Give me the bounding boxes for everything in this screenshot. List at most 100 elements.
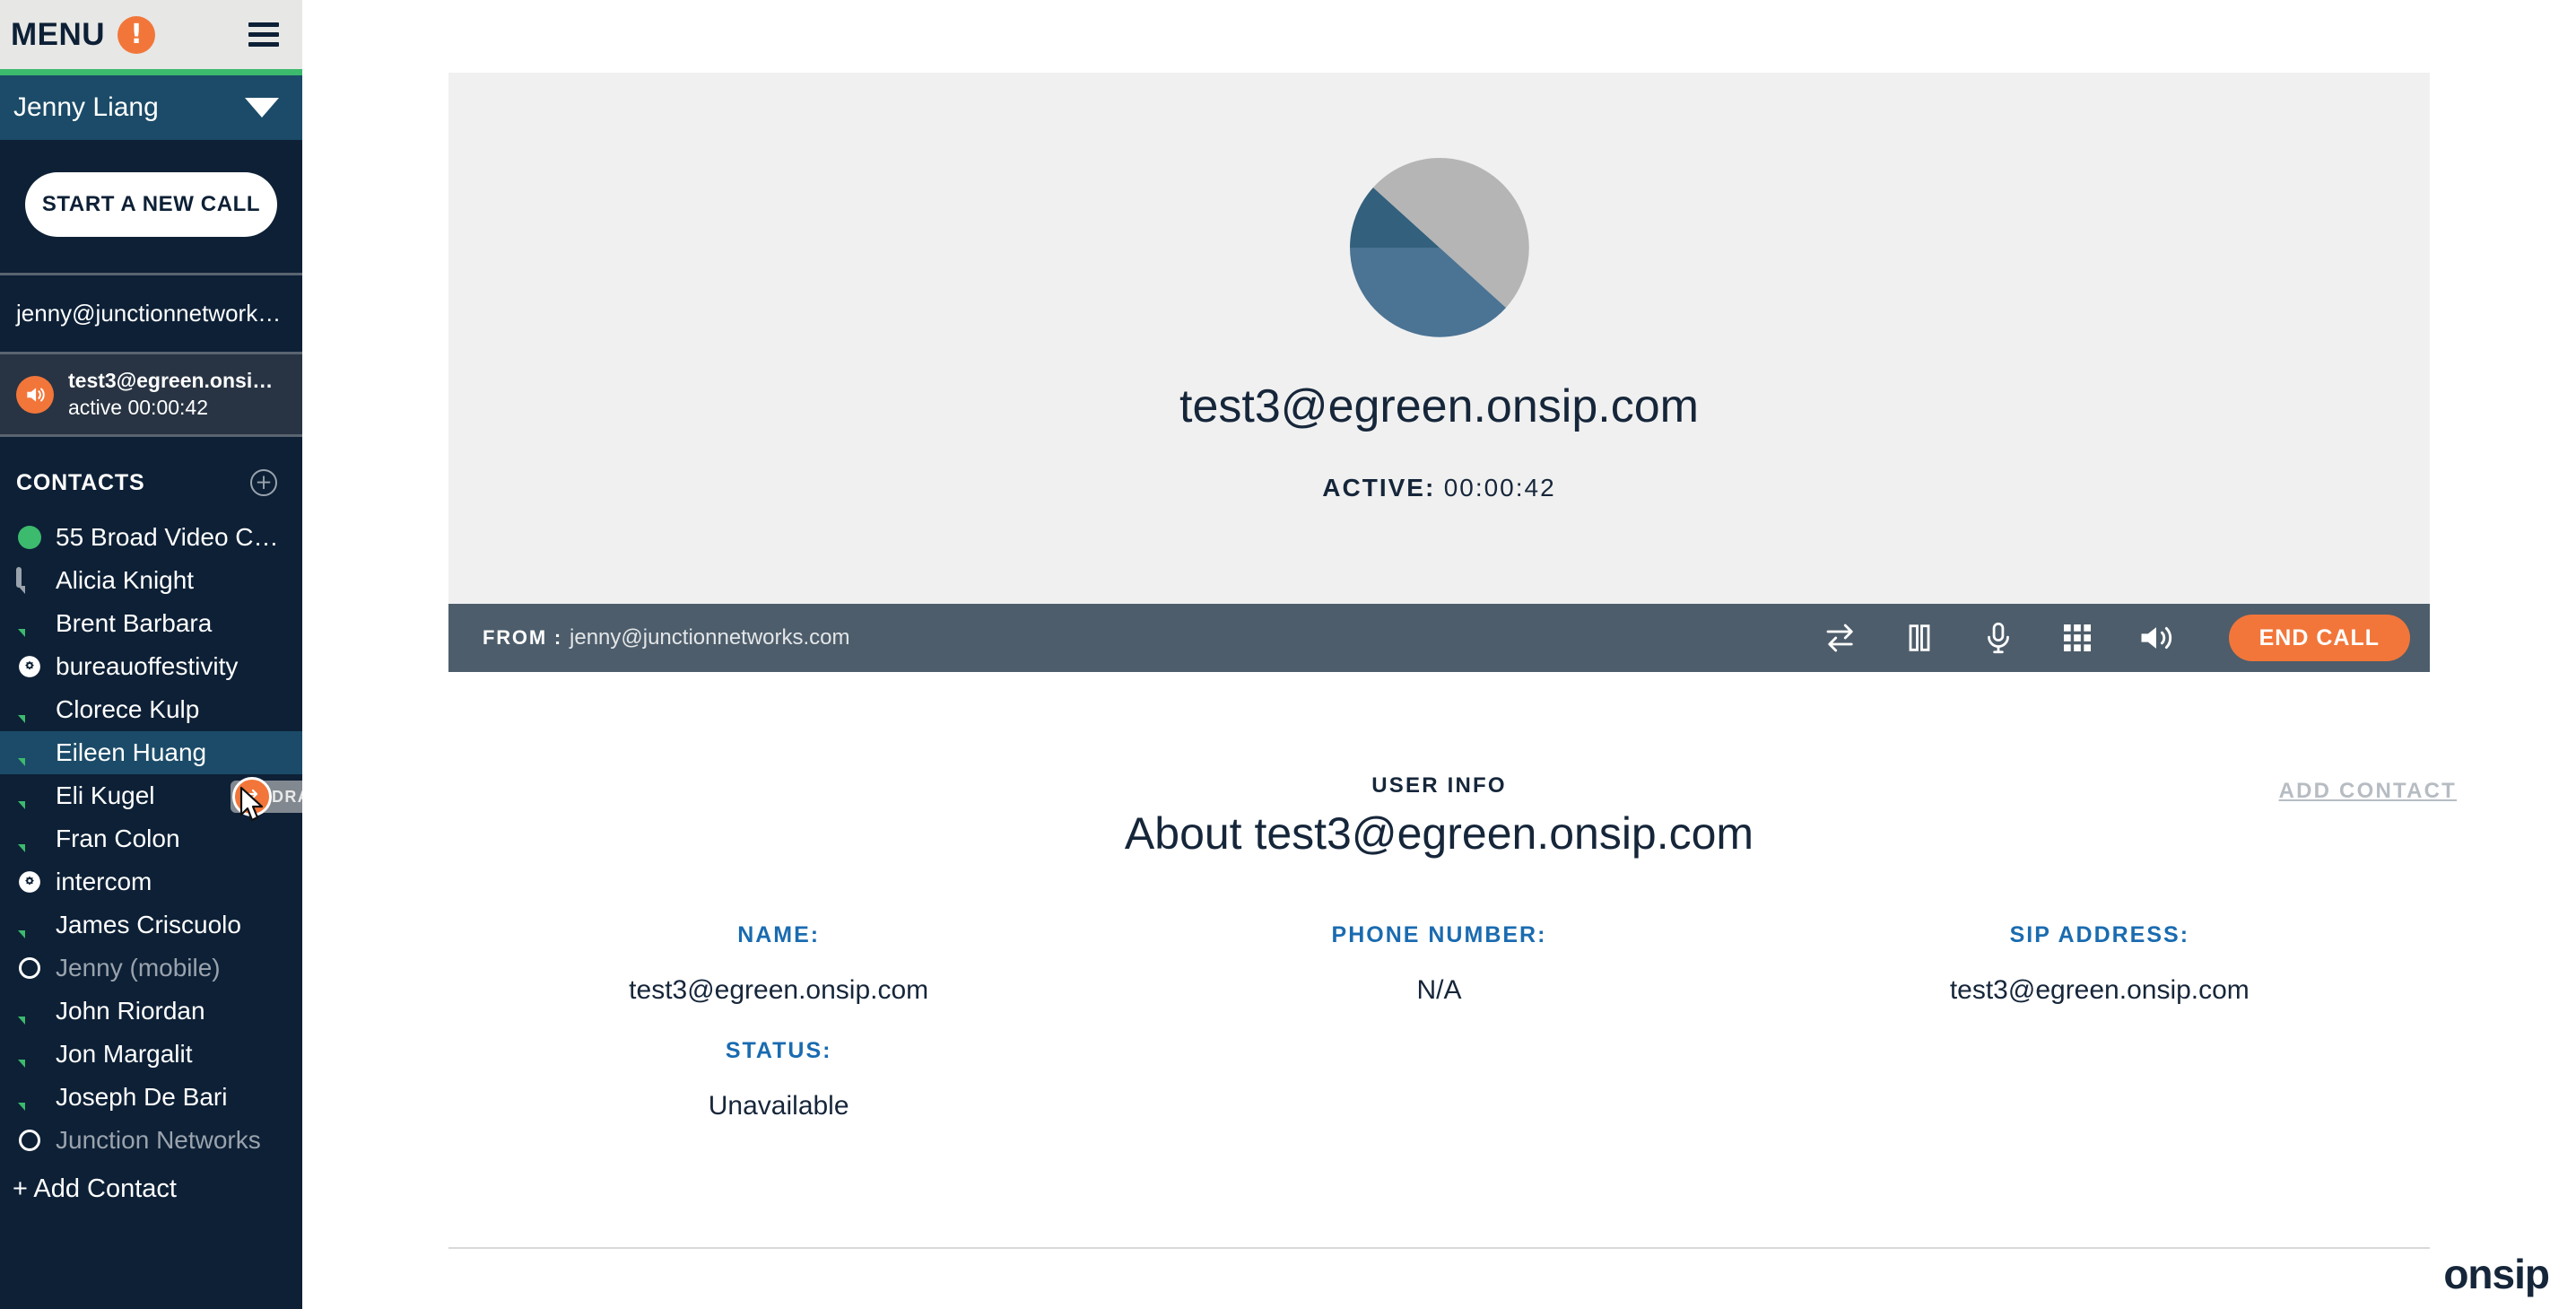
end-call-button[interactable]: END CALL: [2228, 615, 2410, 661]
call-timer: 00:00:42: [1443, 474, 1556, 502]
contacts-list: 55 Broad Video C… Alicia Knight Brent Barb…: [0, 516, 302, 1162]
user-info-cell: NAME: test3@egreen.onsip.com: [448, 922, 1109, 1038]
call-controls-group: END CALL: [1820, 615, 2410, 661]
account-selector[interactable]: Jenny Liang: [0, 75, 302, 140]
user-info-value: test3@egreen.onsip.com: [1949, 975, 2250, 1005]
presence-chat-online-icon: [16, 1041, 43, 1068]
identity-row[interactable]: jenny@junctionnetwork…: [0, 275, 302, 352]
presence-offline-ring-icon: [16, 955, 43, 982]
from-value: jenny@junctionnetworks.com: [570, 625, 850, 650]
presence-gear-icon: [16, 868, 43, 895]
contact-list-item[interactable]: Jenny (mobile): [0, 947, 302, 990]
presence-gear-icon: [16, 653, 43, 680]
call-status: ACTIVE: 00:00:42: [448, 474, 2430, 502]
add-contact-link[interactable]: ADD CONTACT: [2279, 779, 2457, 804]
contact-name: intercom: [56, 868, 152, 895]
user-info-value: test3@egreen.onsip.com: [629, 975, 929, 1005]
call-target-address: test3@egreen.onsip.com: [1179, 380, 1699, 432]
presence-chat-online-icon: [16, 825, 43, 852]
sidebar-add-contact[interactable]: + Add Contact: [0, 1162, 302, 1204]
active-call-status: active 00:00:42: [68, 396, 209, 419]
call-status-label: ACTIVE:: [1322, 474, 1436, 502]
contact-list-item[interactable]: Alicia Knight: [0, 559, 302, 602]
active-call-panel: test3@egreen.onsip.com ACTIVE: 00:00:42: [448, 73, 2430, 618]
status-rule: [0, 69, 302, 75]
presence-chat-online-icon: [16, 739, 43, 766]
contact-list-item[interactable]: Clorece Kulp: [0, 688, 302, 731]
sidebar: MENU ! Jenny Liang START A NEW CALL jenn…: [0, 0, 302, 1309]
user-info-label: SIP ADDRESS:: [2009, 922, 2190, 947]
pie-avatar-icon: [1349, 158, 1529, 337]
contact-list-item[interactable]: Jon Margalit: [0, 1033, 302, 1076]
user-info-label: STATUS:: [725, 1038, 832, 1063]
mouse-cursor-icon: [239, 786, 264, 822]
contact-name: Junction Networks: [56, 1126, 261, 1154]
presence-chat-online-icon: [16, 1084, 43, 1111]
hold-icon[interactable]: [1899, 617, 1940, 659]
user-info-value: N/A: [1416, 975, 1462, 1005]
sidebar-add-contact-label: + Add Contact: [13, 1174, 177, 1203]
presence-chat-online-icon: [16, 782, 43, 809]
onsip-logo: onsip: [2443, 1251, 2550, 1297]
onsip-app-window: MENU ! Jenny Liang START A NEW CALL jenn…: [0, 0, 2576, 1309]
hamburger-menu-icon[interactable]: [248, 22, 279, 47]
keypad-icon[interactable]: [2057, 617, 2098, 659]
contact-name: bureauoffestivity: [56, 652, 239, 680]
call-control-bar: FROM : jenny@junctionnetworks.com END CA…: [448, 604, 2430, 672]
contact-name: 55 Broad Video C…: [56, 523, 279, 551]
identity-label: jenny@junctionnetwork…: [16, 300, 282, 327]
contact-name: John Riordan: [56, 997, 205, 1025]
menu-label: MENU: [11, 16, 106, 52]
presence-chat-offline-icon: [16, 567, 43, 594]
contact-name: Jon Margalit: [56, 1040, 193, 1068]
main-content: test3@egreen.onsip.com ACTIVE: 00:00:42 …: [302, 0, 2576, 1309]
user-info-grid: NAME: test3@egreen.onsip.com PHONE NUMBER:…: [448, 922, 2430, 1154]
contact-name: Clorece Kulp: [56, 695, 200, 723]
contact-list-item[interactable]: Eileen Huang: [0, 731, 302, 774]
account-name: Jenny Liang: [13, 92, 159, 122]
contact-name: Brent Barbara: [56, 609, 213, 637]
contact-list-item[interactable]: intercom: [0, 860, 302, 903]
contacts-title: CONTACTS: [16, 469, 145, 495]
active-call-item[interactable]: test3@egreen.onsi… active 00:00:42: [0, 352, 302, 437]
user-info-cell: PHONE NUMBER: N/A: [1109, 922, 1769, 1038]
contact-list-item[interactable]: Junction Networks: [0, 1119, 302, 1162]
contacts-header: CONTACTS +: [0, 437, 302, 516]
contact-list-item[interactable]: James Criscuolo: [0, 903, 302, 947]
contact-name: Jenny (mobile): [56, 954, 221, 982]
call-avatar-wrap: [448, 158, 2430, 337]
plus-circle-icon[interactable]: +: [250, 469, 277, 496]
user-info-title: About test3@egreen.onsip.com: [1124, 808, 1754, 859]
user-info-cell: SIP ADDRESS: test3@egreen.onsip.com: [1770, 922, 2430, 1038]
footer-divider: [448, 1247, 2430, 1249]
user-info-row: STATUS: Unavailable: [448, 1038, 2430, 1154]
active-call-name: test3@egreen.onsi…: [68, 369, 274, 392]
alert-exclamation-icon[interactable]: !: [117, 15, 156, 54]
contact-name: Eileen Huang: [56, 738, 207, 766]
new-call-wrap: START A NEW CALL: [0, 140, 302, 273]
contact-name: Joseph De Bari: [56, 1083, 228, 1111]
user-info-label: PHONE NUMBER:: [1331, 922, 1547, 947]
contact-list-item[interactable]: John Riordan: [0, 990, 302, 1033]
presence-chat-online-icon: [16, 998, 43, 1025]
contact-list-item[interactable]: bureauoffestivity: [0, 645, 302, 688]
presence-chat-online-icon: [16, 696, 43, 723]
transfer-icon[interactable]: [1820, 617, 1861, 659]
chevron-down-icon: [245, 98, 279, 118]
menu-bar: MENU !: [0, 0, 302, 69]
contact-list-item[interactable]: Joseph De Bari: [0, 1076, 302, 1119]
contact-list-item[interactable]: Brent Barbara: [0, 602, 302, 645]
contact-list-item[interactable]: 55 Broad Video C…: [0, 516, 302, 559]
speaker-active-icon: [16, 375, 54, 414]
user-info-cell: STATUS: Unavailable: [448, 1038, 1109, 1154]
mute-microphone-icon[interactable]: [1978, 617, 2019, 659]
start-new-call-button[interactable]: START A NEW CALL: [25, 172, 277, 237]
presence-chat-online-icon: [16, 610, 43, 637]
presence-offline-ring-icon: [16, 1127, 43, 1154]
contact-name: Alicia Knight: [56, 566, 195, 594]
contact-name: James Criscuolo: [56, 911, 241, 938]
speaker-volume-icon[interactable]: [2136, 617, 2177, 659]
user-info-kicker: USER INFO: [1371, 773, 1507, 798]
user-info-value: Unavailable: [708, 1091, 849, 1121]
contact-list-item[interactable]: Fran Colon: [0, 817, 302, 860]
